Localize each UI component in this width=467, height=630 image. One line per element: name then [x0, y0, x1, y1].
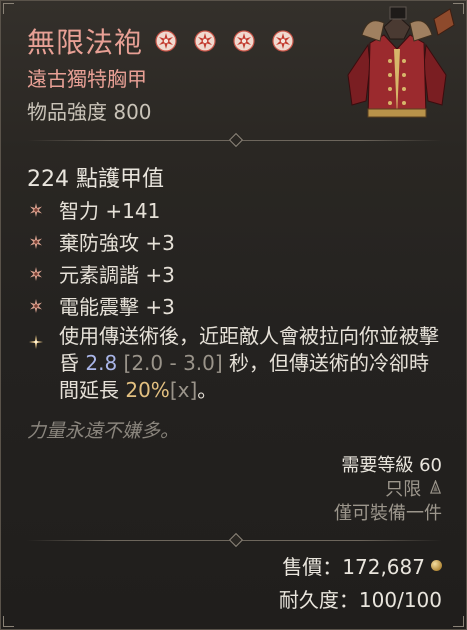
chest-armor-icon	[338, 5, 456, 129]
legendary-bullet-icon	[29, 329, 43, 349]
affix-line: 棄防強攻 +3	[29, 227, 175, 256]
star-icon	[233, 30, 255, 52]
frame-corner	[3, 3, 14, 14]
frame-corner	[3, 616, 14, 627]
star-icon	[272, 30, 294, 52]
requirements: 需要等級 60 只限 僅可裝備一件	[334, 454, 442, 526]
item-tooltip: 無限法袍 遠古獨特胸甲 物品強度 800 224 點護甲值 智力 +141 棄防…	[0, 0, 467, 630]
required-level: 需要等級 60	[341, 455, 442, 476]
account-bound-label: 只限	[385, 479, 422, 500]
flavor-text: 力量永遠不嫌多。	[27, 420, 180, 442]
affix-text: 智力 +141	[59, 199, 161, 223]
section-divider	[27, 532, 442, 548]
legendary-range: [2.0 - 3.0]	[117, 351, 230, 375]
account-bound-icon	[429, 478, 442, 502]
affix-bullet-icon	[29, 298, 43, 313]
legendary-value: 2.8	[85, 351, 118, 375]
affix-line: 電能震擊 +3	[29, 291, 175, 320]
legendary-suffix: [x]	[169, 378, 198, 402]
account-bound: 只限	[334, 478, 442, 502]
affix-text: 電能震擊 +3	[59, 295, 175, 319]
affix-bullet-icon	[29, 234, 43, 249]
star-icon	[155, 30, 177, 52]
star-icon	[194, 30, 216, 52]
legendary-power: 使用傳送術後，近距敵人會被拉向你並被擊昏 2.8 [2.0 - 3.0] 秒，但…	[29, 323, 449, 404]
affix-bullet-icon	[29, 202, 43, 217]
star-rating	[155, 30, 294, 52]
legendary-percent: 20%	[125, 378, 170, 402]
affix-text: 元素調諧 +3	[59, 263, 175, 287]
durability: 耐久度：100/100	[278, 588, 442, 612]
legendary-text: 使用傳送術後，近距敵人會被拉向你並被擊昏 2.8 [2.0 - 3.0] 秒，但…	[59, 323, 449, 404]
sell-price: 售價：172,687	[282, 551, 442, 580]
item-name: 無限法袍	[27, 26, 144, 59]
affix-line: 元素調諧 +3	[29, 259, 175, 288]
legendary-end: 。	[197, 378, 218, 402]
affix-bullet-icon	[29, 266, 43, 281]
item-title-row: 無限法袍	[27, 21, 294, 61]
item-power: 物品強度 800	[27, 100, 152, 124]
affix-text: 棄防強攻 +3	[59, 231, 175, 255]
gold-coin-icon	[431, 560, 442, 571]
armor-value: 224 點護甲值	[27, 167, 164, 192]
section-divider	[27, 132, 442, 148]
equip-limit: 僅可裝備一件	[334, 503, 442, 524]
affix-line: 智力 +141	[29, 195, 160, 224]
item-type: 遠古獨特胸甲	[27, 67, 147, 91]
frame-corner	[453, 616, 464, 627]
sell-price-text: 售價：172,687	[282, 555, 425, 579]
